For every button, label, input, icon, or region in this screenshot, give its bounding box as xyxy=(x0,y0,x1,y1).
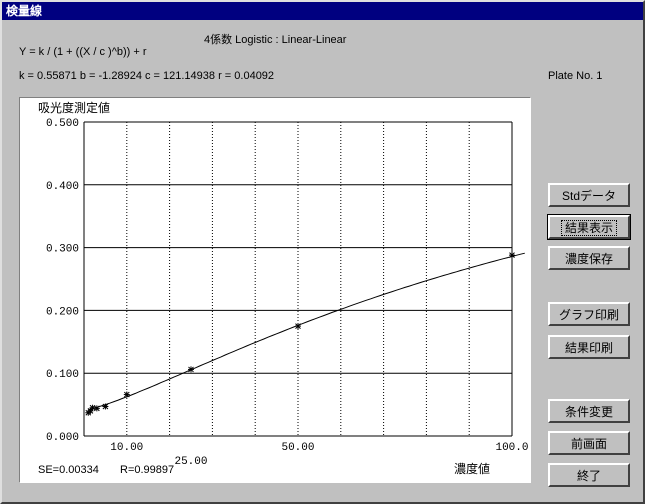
print-graph-button[interactable]: グラフ印刷 xyxy=(548,302,630,326)
y-tick-label: 0.200 xyxy=(46,306,79,318)
y-axis-title: 吸光度測定値 xyxy=(38,100,110,115)
data-point xyxy=(509,252,515,259)
parameters-label: k = 0.55871 b = -1.28924 c = 121.14938 r… xyxy=(19,70,275,82)
x-tick-label: 50.00 xyxy=(281,442,314,454)
r-label: R=0.99897 xyxy=(120,464,174,476)
y-tick-label: 0.300 xyxy=(46,244,79,256)
plate-number-label: Plate No. 1 xyxy=(548,70,603,82)
plot-area: 吸光度測定値 0.000 0.100 0.200 0.300 0.400 0.500 10.0… xyxy=(19,97,531,483)
model-label: 4係数 Logistic : Linear-Linear xyxy=(204,34,347,46)
x-tick-label: 25.00 xyxy=(174,456,207,468)
data-point xyxy=(295,323,301,330)
x-axis-title: 濃度値 xyxy=(454,461,490,476)
se-label: SE=0.00334 xyxy=(38,464,99,476)
equation-label: Y = k / (1 + ((X / c )^b)) + r xyxy=(19,46,147,58)
calibration-chart: 吸光度測定値 0.000 0.100 0.200 0.300 0.400 0.500 10.0… xyxy=(38,100,529,476)
data-point xyxy=(188,366,194,373)
print-results-button[interactable]: 結果印刷 xyxy=(548,335,630,359)
x-tick-label: 100.0 xyxy=(495,442,528,454)
window-title: 検量線 xyxy=(2,2,643,20)
y-tick-label: 0.500 xyxy=(46,118,79,130)
y-tick-label: 0.400 xyxy=(46,181,79,193)
fitted-curve xyxy=(88,252,525,411)
change-conditions-button[interactable]: 条件変更 xyxy=(548,399,630,423)
std-data-button[interactable]: Stdデータ xyxy=(548,183,630,207)
data-point xyxy=(93,405,100,412)
y-tick-label: 0.000 xyxy=(46,432,79,444)
data-point xyxy=(123,391,130,398)
calibration-curve-window: 検量線 4係数 Logistic : Linear-Linear Y = k /… xyxy=(0,0,645,504)
y-tick-label: 0.100 xyxy=(46,369,79,381)
previous-screen-button[interactable]: 前画面 xyxy=(548,431,630,455)
data-point xyxy=(102,403,109,410)
exit-button[interactable]: 終了 xyxy=(548,463,630,487)
show-results-button[interactable]: 結果表示 xyxy=(547,214,631,240)
save-concentration-button[interactable]: 濃度保存 xyxy=(548,246,630,270)
x-tick-label: 10.00 xyxy=(110,442,143,454)
